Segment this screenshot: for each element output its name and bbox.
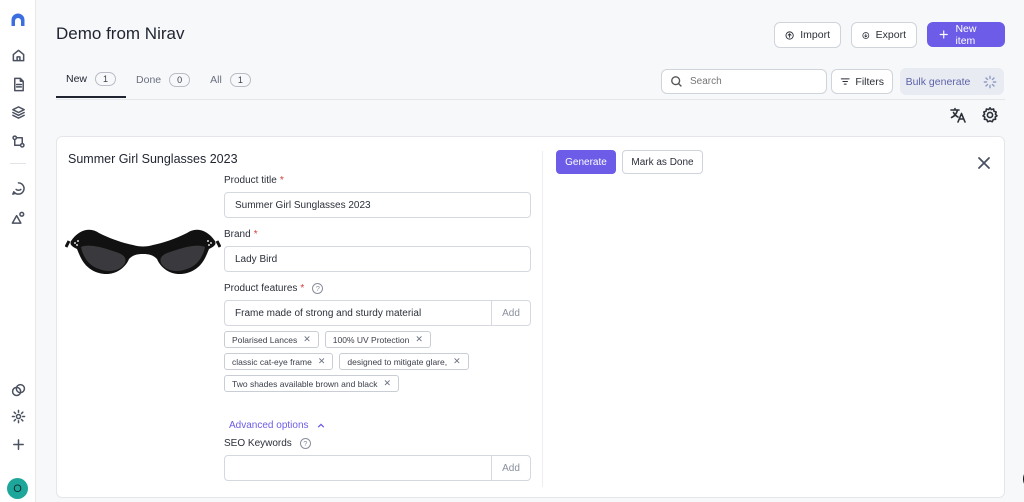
add-feature-button[interactable]: Add	[491, 301, 530, 325]
product-title-field[interactable]: Summer Girl Sunglasses 2023	[224, 192, 531, 218]
chat-icon[interactable]	[8, 178, 28, 198]
shapes-icon[interactable]	[8, 207, 28, 227]
settings-icon[interactable]	[981, 106, 999, 124]
card-divider	[542, 151, 543, 487]
tab-new[interactable]: New 1	[56, 62, 127, 98]
page-title: Demo from Nirav	[56, 24, 185, 43]
tabs-divider	[56, 99, 1005, 100]
tab-done[interactable]: Done 0	[126, 62, 200, 98]
remove-tag-icon[interactable]: ✕	[453, 356, 461, 367]
remove-tag-icon[interactable]: ✕	[303, 334, 311, 345]
product-form: Product title * Summer Girl Sunglasses 2…	[224, 175, 532, 481]
advanced-options-toggle[interactable]: Advanced options	[229, 420, 532, 431]
tab-label: All	[210, 74, 222, 86]
features-field[interactable]: Frame made of strong and sturdy material	[225, 301, 491, 325]
tab-all[interactable]: All 1	[200, 62, 261, 98]
loading-spinner-icon	[976, 75, 1004, 89]
seo-keywords-label: SEO Keywords ?	[224, 438, 532, 449]
search-icon	[671, 76, 682, 87]
help-icon[interactable]: ?	[299, 438, 311, 449]
export-label: Export	[875, 29, 906, 41]
tab-count-badge: 0	[169, 73, 191, 87]
mark-as-done-button[interactable]: Mark as Done	[622, 150, 703, 174]
tab-label: New	[66, 73, 88, 85]
tag-label: Polarised Lances	[232, 334, 298, 345]
new-item-label: New item	[955, 22, 977, 47]
new-item-button[interactable]: New item	[927, 22, 1005, 47]
bulk-generate-button[interactable]: Bulk generate	[900, 68, 1004, 95]
brand-field[interactable]: Lady Bird	[224, 246, 531, 272]
feature-tag: 100% UV Protection ✕	[324, 331, 431, 348]
home-icon[interactable]	[8, 45, 28, 65]
product-features-input: Frame made of strong and sturdy material…	[224, 300, 531, 326]
tab-count-badge: 1	[229, 73, 251, 87]
import-label: Import	[800, 29, 830, 41]
filters-label: Filters	[855, 75, 884, 88]
product-image-sunglasses	[65, 229, 221, 275]
filter-icon	[840, 78, 850, 85]
feature-tag: Polarised Lances ✕	[224, 331, 319, 348]
remove-tag-icon[interactable]: ✕	[415, 334, 423, 345]
feature-tag: Two shades available brown and black ✕	[224, 375, 400, 392]
remove-tag-icon[interactable]: ✕	[384, 378, 392, 389]
help-icon[interactable]: ?	[312, 283, 324, 294]
main-area: Demo from Nirav Import Export New item N…	[37, 0, 1024, 502]
feature-tags: Polarised Lances ✕ 100% UV Protection ✕ cl…	[224, 331, 524, 392]
search-input[interactable]	[690, 76, 810, 87]
tag-label: designed to mitigate glare,	[347, 356, 448, 367]
product-title-label: Product title *	[224, 175, 532, 186]
product-features-label: Product features * ?	[224, 283, 532, 294]
export-icon	[862, 31, 870, 39]
integrations-icon[interactable]	[8, 380, 28, 400]
filters-button[interactable]: Filters	[831, 69, 893, 94]
remove-tag-icon[interactable]: ✕	[318, 356, 326, 367]
tag-label: classic cat-eye frame	[232, 356, 312, 367]
field-label: Product title	[224, 175, 277, 186]
generate-button[interactable]: Generate	[556, 150, 616, 174]
feature-tag: classic cat-eye frame ✕	[224, 353, 334, 370]
tab-count-badge: 1	[95, 72, 117, 86]
document-icon[interactable]	[8, 74, 28, 94]
field-label: Product features	[224, 283, 298, 294]
add-keyword-button[interactable]: Add	[491, 456, 530, 480]
brand-label: Brand *	[224, 229, 532, 240]
tag-label: 100% UV Protection	[332, 334, 410, 345]
sidebar-divider	[10, 163, 26, 164]
advanced-options-label: Advanced options	[229, 420, 309, 431]
close-icon[interactable]	[977, 156, 991, 170]
workflow-icon[interactable]	[8, 131, 28, 151]
required-marker: *	[279, 175, 284, 186]
bulk-generate-label: Bulk generate	[905, 75, 971, 88]
export-button[interactable]: Export	[851, 22, 917, 48]
feature-tag: designed to mitigate glare, ✕	[339, 353, 469, 370]
field-label: Brand	[224, 229, 251, 240]
search-box[interactable]	[661, 69, 827, 94]
plus-icon[interactable]	[8, 434, 28, 454]
import-button[interactable]: Import	[774, 22, 841, 48]
app-logo-icon[interactable]	[8, 10, 28, 30]
required-marker: *	[300, 283, 305, 294]
item-card: Summer Girl Sunglasses 2023 Product titl…	[56, 136, 1005, 498]
sidebar: O	[0, 0, 36, 502]
item-title: Summer Girl Sunglasses 2023	[68, 152, 238, 166]
settings-icon[interactable]	[8, 406, 28, 426]
tag-label: Two shades available brown and black	[232, 378, 378, 389]
translate-icon[interactable]	[949, 106, 967, 124]
seo-keywords-field[interactable]	[225, 456, 491, 480]
status-tabs: New 1 Done 0 All 1	[56, 62, 261, 100]
tab-label: Done	[136, 74, 162, 86]
field-label: SEO Keywords	[224, 438, 292, 449]
plus-icon	[939, 30, 948, 39]
avatar[interactable]: O	[7, 478, 28, 499]
seo-keywords-input: Add	[224, 455, 531, 481]
import-icon	[785, 30, 794, 40]
required-marker: *	[253, 229, 258, 240]
chevron-up-icon	[317, 422, 324, 428]
layers-icon[interactable]	[8, 102, 28, 122]
